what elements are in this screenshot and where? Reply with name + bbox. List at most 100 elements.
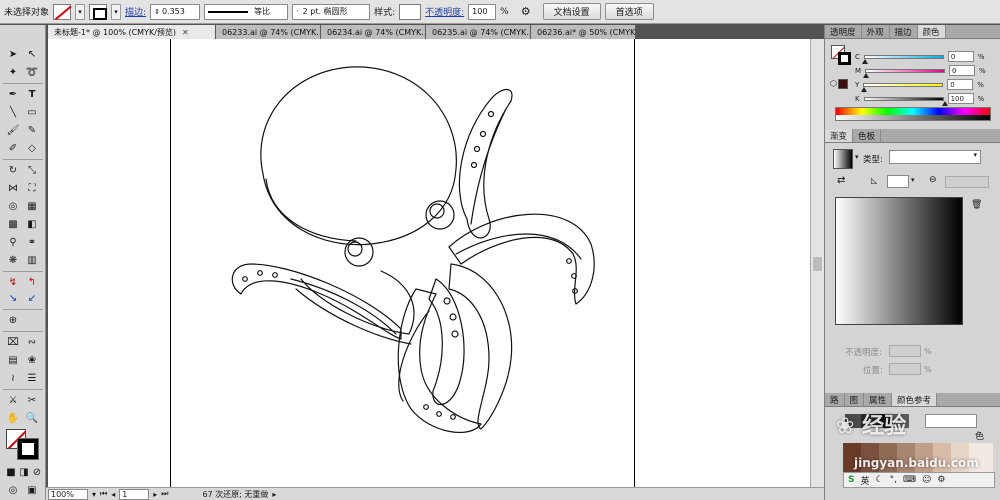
mesh-grid-icon[interactable]: ▤ bbox=[5, 353, 21, 367]
direct-selection-tool-icon[interactable]: ↖ bbox=[24, 47, 40, 61]
magic-wand-icon[interactable]: ✦ bbox=[5, 65, 21, 79]
page-field[interactable]: 1 bbox=[119, 488, 150, 500]
gradient-thumb-dropdown-icon[interactable]: ▾ bbox=[855, 153, 859, 161]
gradient-tool-icon[interactable]: ◧ bbox=[24, 217, 40, 231]
pen-tool-icon[interactable]: ✒ bbox=[5, 87, 21, 101]
scrollbar-thumb[interactable] bbox=[813, 257, 822, 271]
pencil-icon[interactable]: ✎ bbox=[24, 123, 40, 137]
tab-swatches[interactable]: 色板 bbox=[853, 129, 882, 142]
close-icon[interactable]: ✕ bbox=[182, 28, 189, 37]
reverse-gradient-icon[interactable]: ⇄ bbox=[837, 175, 845, 186]
first-page-icon[interactable]: ⏮ bbox=[100, 489, 107, 499]
eraser-icon[interactable]: ◇ bbox=[24, 141, 40, 155]
tab-transparency[interactable]: 透明度 bbox=[825, 25, 862, 38]
shape-builder-icon[interactable]: ◎ bbox=[5, 199, 21, 213]
selection-tool-icon[interactable]: ➤ bbox=[5, 47, 21, 61]
stop-opacity-field[interactable] bbox=[889, 345, 921, 357]
recolor-icon[interactable]: ⚙ bbox=[521, 5, 531, 18]
tab-06233[interactable]: 06233.ai @ 74% (CMYK... ✕ bbox=[216, 25, 321, 39]
knife-icon[interactable]: ⚔ bbox=[5, 393, 21, 407]
delete-stop-icon[interactable]: 🗑 bbox=[971, 200, 982, 210]
aspect-field[interactable] bbox=[945, 176, 989, 188]
ime-settings-icon[interactable]: ⚙ bbox=[937, 475, 945, 485]
tab-layers[interactable]: 图 bbox=[845, 393, 865, 406]
tab-06234[interactable]: 06234.ai @ 74% (CMYK... ✕ bbox=[321, 25, 426, 39]
last-page-icon[interactable]: ⏭ bbox=[161, 489, 168, 499]
screen-mode-icon[interactable]: ▣ bbox=[24, 483, 40, 497]
stroke-dropdown[interactable]: ▾ bbox=[111, 3, 122, 20]
tab-06235[interactable]: 06235.ai @ 74% (CMYK... ✕ bbox=[426, 25, 531, 39]
tab-untitled[interactable]: 未标题-1* @ 100% (CMYK/预览) ✕ bbox=[48, 25, 216, 39]
slice-tool-icon[interactable] bbox=[5, 369, 21, 383]
prev-page-icon[interactable]: ◂ bbox=[111, 490, 115, 499]
ime-logo-icon[interactable]: S bbox=[848, 475, 854, 485]
rotate-icon[interactable]: ↻ bbox=[5, 163, 21, 177]
scale-icon[interactable]: ⤡ bbox=[24, 163, 40, 177]
status-menu-icon[interactable]: ▸ bbox=[272, 490, 276, 499]
ime-keyboard-icon[interactable]: ⌨ bbox=[903, 475, 916, 485]
stroke-weight-field[interactable]: ⇕ 0.353 bbox=[150, 3, 201, 20]
tab-attributes[interactable]: 属性 bbox=[864, 393, 893, 406]
line-tool-icon[interactable]: ╲ bbox=[5, 105, 21, 119]
mesh-tool-icon[interactable]: ▩ bbox=[5, 217, 21, 231]
zoom-tool-icon[interactable]: 🔍 bbox=[24, 411, 40, 425]
color-spectrum[interactable] bbox=[835, 107, 991, 121]
vertical-scrollbar[interactable] bbox=[810, 39, 824, 487]
tab-gradient[interactable]: 渐变 bbox=[825, 129, 854, 142]
ime-punct-icon[interactable]: °, bbox=[890, 475, 897, 485]
ime-lang-icon[interactable]: 英 bbox=[860, 474, 869, 487]
document-setup-button[interactable]: 文档设置 bbox=[542, 3, 601, 20]
zoom-field[interactable]: 100% bbox=[48, 488, 88, 500]
crystallize-tool-icon[interactable]: ☰ bbox=[24, 371, 40, 385]
fill-stroke-widget[interactable] bbox=[6, 429, 40, 461]
artboard-tool-icon[interactable]: ⌧ bbox=[5, 335, 21, 349]
anchor-convert-icon[interactable]: ↯ bbox=[5, 275, 21, 289]
curvature-icon[interactable]: ↰ bbox=[24, 275, 40, 289]
warp-tool-icon[interactable]: ∾ bbox=[24, 335, 40, 349]
angle-dropdown-icon[interactable]: ▾ bbox=[911, 176, 915, 184]
out-of-gamut-icon[interactable]: ⬡ bbox=[830, 79, 837, 88]
hand-tool-icon[interactable]: ✋ bbox=[5, 411, 21, 425]
paintbrush-icon[interactable]: 🖌 bbox=[5, 123, 21, 137]
gradient-thumbnail[interactable] bbox=[833, 149, 853, 169]
channel-slider[interactable] bbox=[861, 82, 944, 92]
blob-brush-icon[interactable]: ✐ bbox=[5, 141, 21, 155]
rectangle-tool-icon[interactable]: ▭ bbox=[24, 105, 40, 119]
anchor-remove-icon[interactable]: ↙ bbox=[24, 291, 40, 305]
perspective-grid-icon[interactable]: ▦ bbox=[24, 199, 40, 213]
channel-slider[interactable] bbox=[863, 96, 948, 106]
channel-slider[interactable] bbox=[861, 54, 944, 64]
ime-toolbar[interactable]: S 英 ☾ °, ⌨ ☺ ⚙ bbox=[843, 472, 995, 488]
type-tool-icon[interactable]: T bbox=[24, 87, 40, 101]
opacity-label[interactable]: 不透明度: bbox=[425, 5, 464, 18]
stroke-indicator[interactable] bbox=[17, 438, 39, 460]
fill-swatch[interactable] bbox=[53, 3, 72, 20]
gradient-type-select[interactable]: ▾ bbox=[889, 150, 981, 164]
stroke-swatch[interactable] bbox=[89, 3, 108, 20]
preferences-button[interactable]: 首选项 bbox=[604, 3, 654, 20]
opacity-field[interactable]: 100 bbox=[468, 3, 497, 20]
free-transform-icon[interactable]: ⛶ bbox=[24, 181, 40, 195]
stroke-stepper-icon[interactable]: ⇕ bbox=[154, 8, 160, 16]
tab-06236[interactable]: 06236.ai* @ 50% (CMYK... ✕ bbox=[531, 25, 636, 39]
artboard[interactable] bbox=[170, 39, 635, 487]
channel-value[interactable]: 0 bbox=[947, 51, 974, 62]
twirl-tool-icon[interactable]: ❀ bbox=[24, 353, 40, 367]
blend-tool-icon[interactable]: ⚭ bbox=[24, 235, 40, 249]
column-graph-icon[interactable]: ▥ bbox=[24, 253, 40, 267]
style-swatch[interactable] bbox=[399, 3, 422, 20]
canvas[interactable] bbox=[48, 39, 810, 487]
eyedropper-icon[interactable]: ⚲ bbox=[5, 235, 21, 249]
none-mode-icon[interactable]: ⊘ bbox=[29, 465, 45, 479]
channel-value[interactable]: 100 bbox=[947, 93, 974, 104]
channel-value[interactable]: 0 bbox=[949, 65, 976, 76]
brush-definition[interactable]: · 2 pt. 椭圆形 bbox=[292, 3, 371, 20]
ime-moon-icon[interactable]: ☾ bbox=[876, 475, 884, 485]
lasso-icon[interactable]: ➰ bbox=[24, 65, 40, 79]
channel-slider[interactable] bbox=[863, 68, 946, 78]
width-tool-icon[interactable]: ⋈ bbox=[5, 181, 21, 195]
angle-field[interactable] bbox=[887, 175, 909, 188]
tab-color[interactable]: 颜色 bbox=[917, 25, 946, 38]
variable-width-profile[interactable]: 等比 bbox=[204, 3, 289, 20]
stop-position-field[interactable] bbox=[889, 363, 921, 375]
